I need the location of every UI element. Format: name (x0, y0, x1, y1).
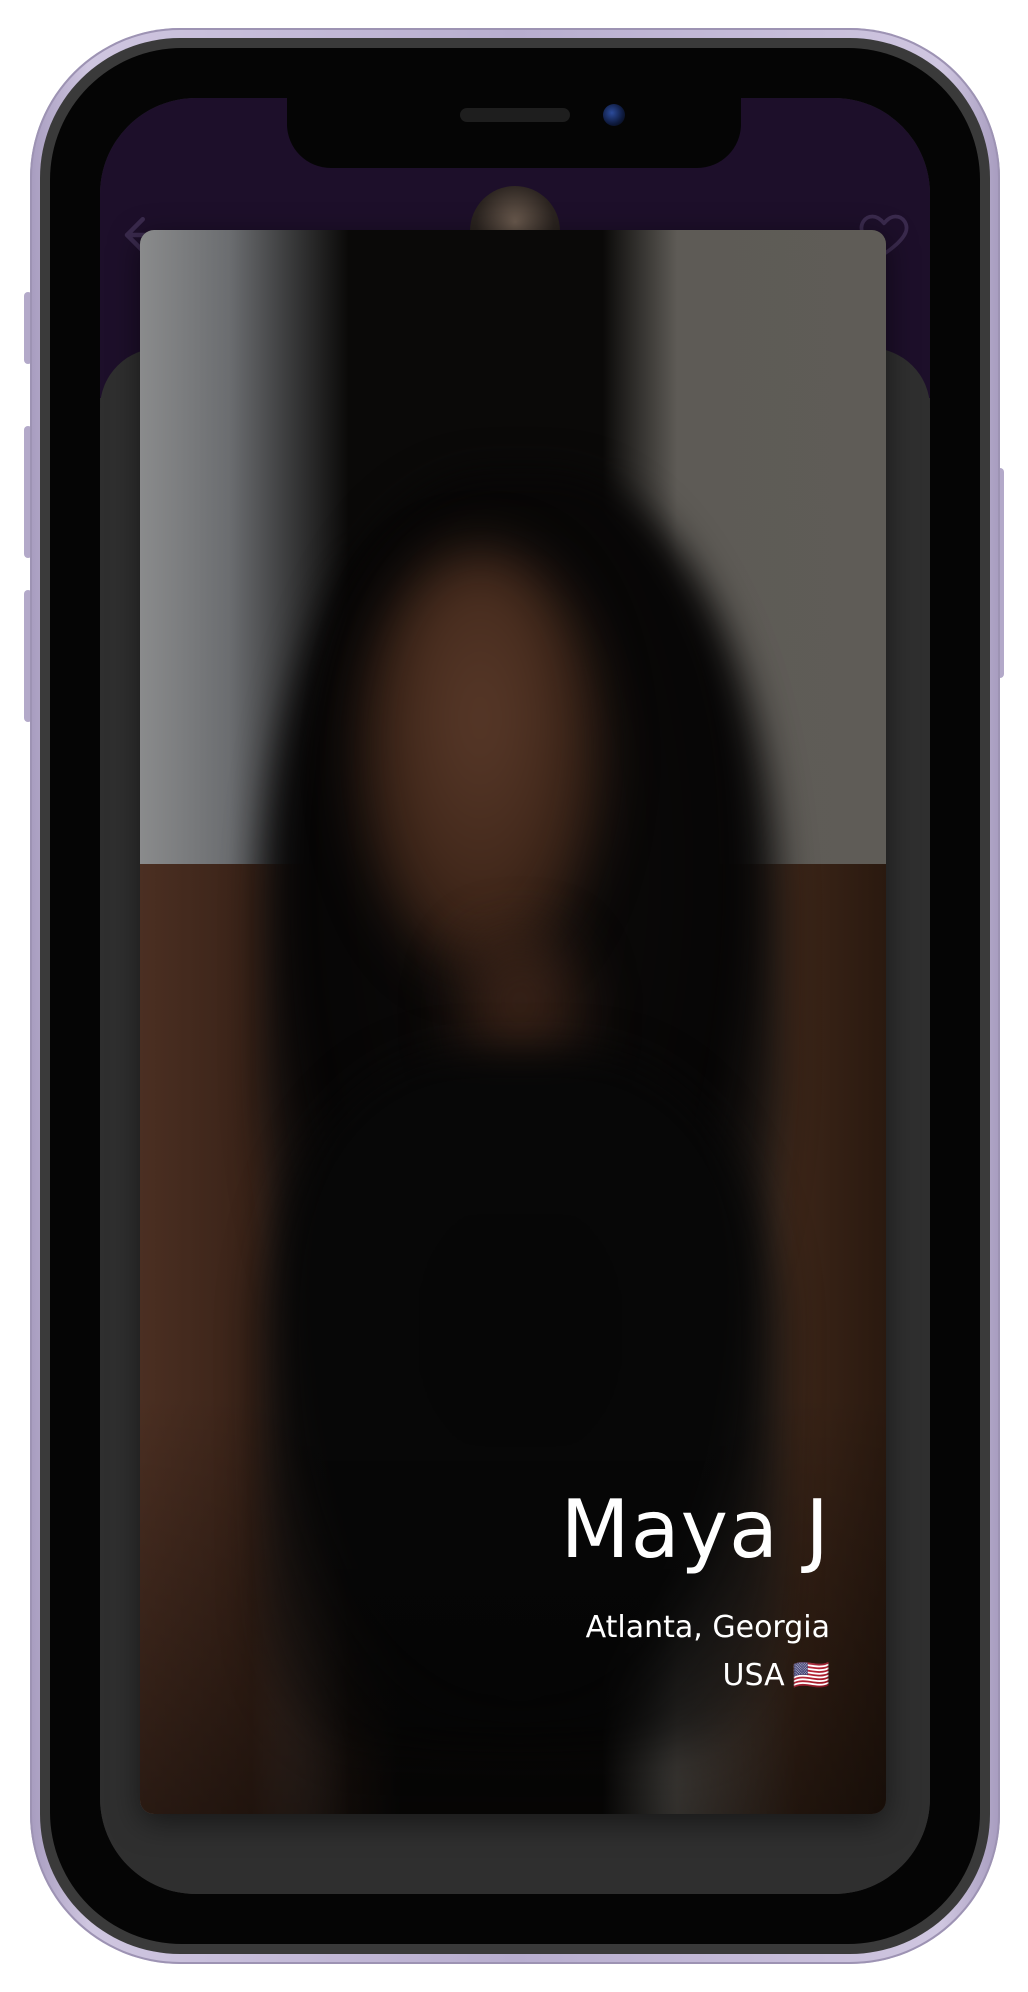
app-screen: Maya J Atlanta, Georgia USA 🇺🇸 (100, 98, 930, 1894)
profile-city: Atlanta, Georgia (585, 1610, 830, 1645)
profile-country-row: USA 🇺🇸 (561, 1658, 830, 1694)
profile-info: Maya J Atlanta, Georgia USA 🇺🇸 (561, 1490, 830, 1694)
front-camera (603, 104, 625, 126)
profile-photo-card[interactable]: Maya J Atlanta, Georgia USA 🇺🇸 (140, 230, 886, 1814)
profile-name: Maya J (560, 1483, 830, 1576)
earpiece-speaker (460, 108, 570, 122)
profile-country: USA (722, 1658, 785, 1693)
photo-subject-face (360, 550, 600, 970)
flag-usa-icon: 🇺🇸 (792, 1658, 830, 1693)
device-mockup: Maya J Atlanta, Georgia USA 🇺🇸 (0, 0, 1028, 1992)
